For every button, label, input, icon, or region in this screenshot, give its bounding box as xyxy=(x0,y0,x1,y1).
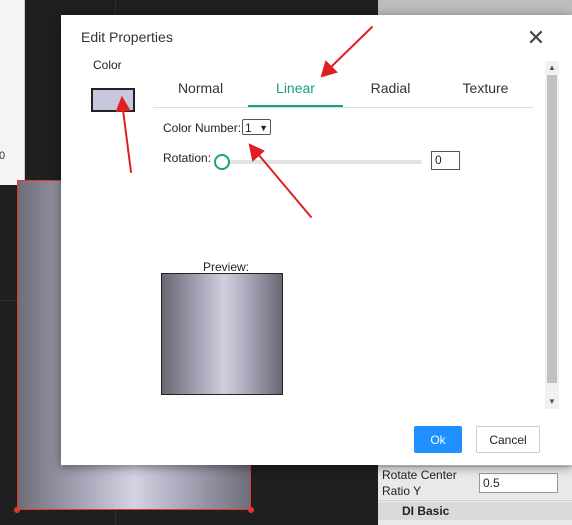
cancel-button[interactable]: Cancel xyxy=(476,426,540,453)
scroll-down-arrow-icon[interactable]: ▼ xyxy=(545,396,559,408)
color-number-value: 1 xyxy=(245,121,252,135)
tab-texture[interactable]: Texture xyxy=(438,71,533,107)
color-number-select[interactable]: 1 ▼ xyxy=(242,119,271,135)
tab-normal[interactable]: Normal xyxy=(153,71,248,107)
dialog-scrollbar[interactable]: ▲ ▼ xyxy=(545,61,559,409)
color-swatch[interactable] xyxy=(91,88,135,112)
resize-handle[interactable] xyxy=(14,507,20,513)
rotate-center-ratio-y-input[interactable]: 0.5 xyxy=(479,473,558,493)
scrollbar-thumb[interactable] xyxy=(547,75,557,383)
di-basic-section-header[interactable]: DI Basic xyxy=(378,502,572,520)
rotate-center-ratio-y-label: Rotate Center Ratio Y xyxy=(382,468,457,498)
left-edge-text: 0 xyxy=(0,150,6,162)
color-number-label: Color Number: xyxy=(163,121,242,135)
close-icon[interactable]: ✕ xyxy=(525,27,547,49)
resize-handle[interactable] xyxy=(248,507,254,513)
dialog-title: Edit Properties xyxy=(81,29,173,45)
tab-radial[interactable]: Radial xyxy=(343,71,438,107)
chevron-down-icon: ▼ xyxy=(259,123,268,133)
tab-linear[interactable]: Linear xyxy=(248,71,343,107)
rotation-slider-track[interactable] xyxy=(218,160,422,164)
edit-properties-dialog: Edit Properties ✕ Color Normal Linear Ra… xyxy=(61,15,572,465)
panel-row-divider xyxy=(378,500,572,501)
gradient-preview xyxy=(161,273,283,395)
rotation-label: Rotation: xyxy=(163,151,212,165)
left-side-panel: 0 xyxy=(0,0,25,185)
rotation-slider-thumb[interactable] xyxy=(214,154,230,170)
fill-type-tabs: Normal Linear Radial Texture xyxy=(153,71,533,108)
ok-button[interactable]: Ok xyxy=(414,426,462,453)
preview-label: Preview: xyxy=(203,260,250,274)
rotation-input[interactable]: 0 xyxy=(431,151,460,170)
color-label: Color xyxy=(93,58,122,72)
scroll-up-arrow-icon[interactable]: ▲ xyxy=(545,62,559,74)
